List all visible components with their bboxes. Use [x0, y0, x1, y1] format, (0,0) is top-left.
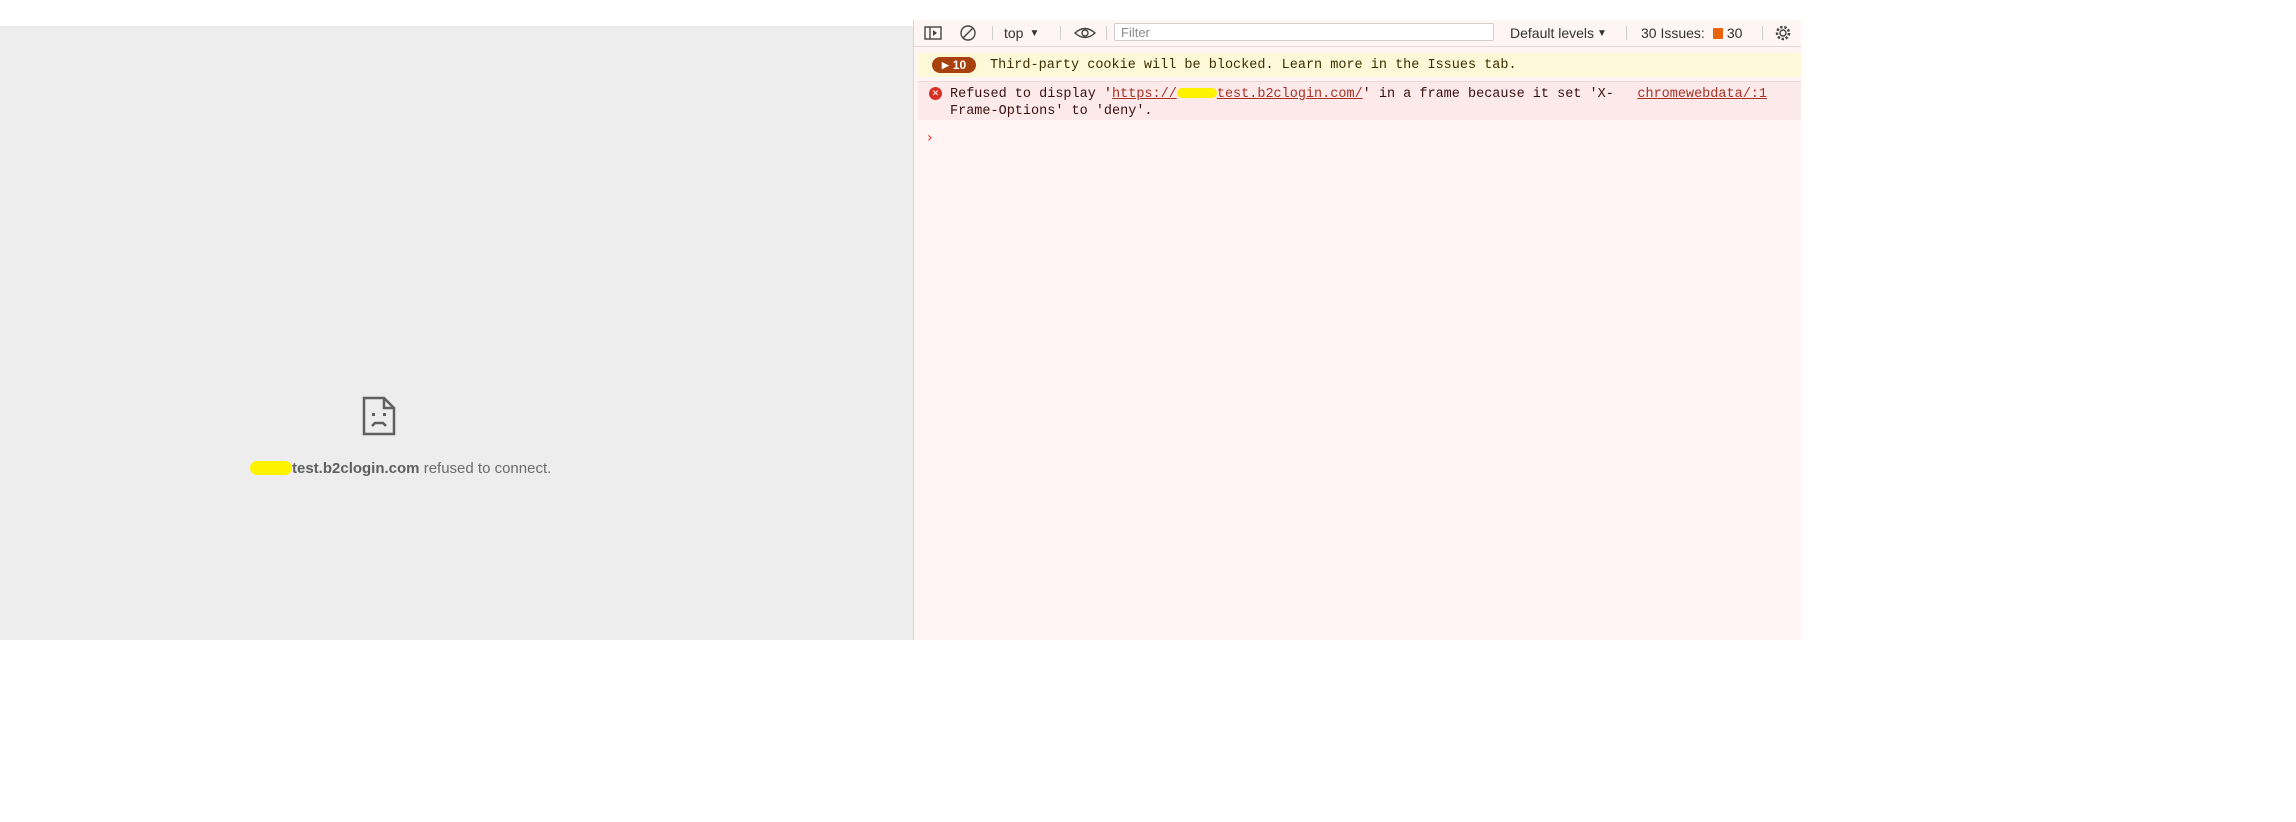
toolbar-separator: [992, 26, 993, 40]
error-prefix: Refused to display ': [950, 87, 1113, 102]
clear-console-button[interactable]: [959, 23, 977, 43]
live-expression-eye-icon: [1074, 27, 1096, 39]
error-url-link[interactable]: https:// test.b2clogin.com/: [1112, 87, 1363, 102]
clear-console-icon: [960, 25, 976, 41]
error-line-2: Frame-Options' to 'deny'.: [950, 104, 1153, 119]
devtools-console-panel: top ▼ Default levels ▼ 30 Issues: 30: [913, 20, 1801, 640]
toolbar-separator: [1762, 26, 1763, 40]
context-caret-icon: ▼: [1029, 27, 1040, 39]
prompt-chevron-icon[interactable]: ›: [927, 130, 933, 146]
console-warning-message[interactable]: ▶ 10 Third-party cookie will be blocked.…: [918, 53, 1801, 77]
issues-button[interactable]: 30 Issues: 30: [1641, 23, 1742, 43]
warning-count: 10: [952, 58, 967, 72]
error-message: test.b2clogin.com refused to connect.: [250, 460, 551, 477]
redaction-mark: [250, 461, 292, 475]
console-toolbar: top ▼ Default levels ▼ 30 Issues: 30: [914, 20, 1801, 47]
error-url-start: https://: [1112, 87, 1177, 102]
log-levels-dropdown[interactable]: Default levels ▼: [1510, 23, 1607, 43]
error-line-1: Refused to display 'https:// test.b2clogi…: [950, 87, 1614, 102]
error-host: test.b2clogin.com: [292, 460, 420, 477]
expand-triangle-icon: ▶: [941, 59, 949, 70]
settings-gear-icon: [1775, 25, 1791, 41]
issues-flag-icon: [1712, 27, 1723, 39]
levels-caret-icon: ▼: [1597, 27, 1607, 39]
broken-document-icon: [362, 396, 396, 436]
console-error-message: ✕ Refused to display 'https:// test.b2clo…: [918, 81, 1801, 120]
context-selector[interactable]: top ▼: [1004, 23, 1039, 43]
log-levels-label: Default levels: [1510, 25, 1595, 41]
live-expression-button[interactable]: [1074, 23, 1096, 43]
error-middle: ' in a frame because it set 'X-: [1362, 87, 1614, 102]
toggle-sidebar-icon: [924, 26, 942, 40]
toggle-sidebar-button[interactable]: [924, 23, 942, 43]
error-text: refused to connect.: [419, 460, 552, 477]
redaction-mark: [1176, 88, 1217, 98]
error-x-icon: ✕: [929, 87, 942, 100]
screenshot: test.b2clogin.com refused to connect. to…: [0, 0, 2296, 822]
error-url-end: test.b2clogin.com/: [1216, 87, 1363, 102]
toolbar-separator: [1626, 26, 1627, 40]
warning-count-badge[interactable]: ▶ 10: [932, 57, 976, 73]
context-label: top: [1004, 25, 1024, 41]
filter-input[interactable]: [1114, 23, 1494, 41]
toolbar-separator: [1060, 26, 1061, 40]
iframe-content: test.b2clogin.com refused to connect.: [0, 26, 913, 640]
warning-text: Third-party cookie will be blocked. Lear…: [990, 58, 1517, 73]
issues-label: 30 Issues:: [1641, 25, 1705, 41]
console-settings-button[interactable]: [1774, 23, 1792, 43]
issues-count: 30: [1726, 25, 1743, 41]
toolbar-separator: [1106, 26, 1107, 40]
error-source-link[interactable]: chromewebdata/:1: [1637, 87, 1767, 102]
